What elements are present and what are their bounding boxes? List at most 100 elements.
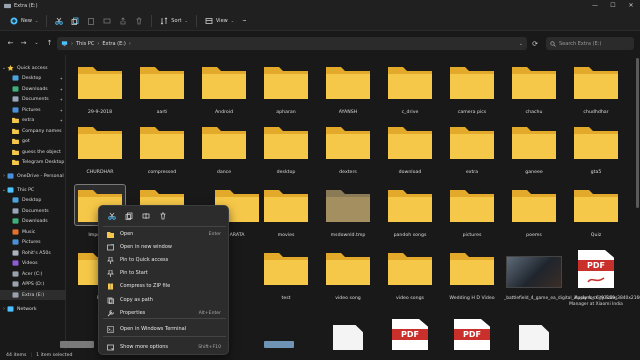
menu-item-open-in-windows-terminal[interactable]: Open in Windows Terminal [102, 323, 227, 335]
share-button[interactable] [115, 14, 131, 28]
view-label: View [215, 17, 228, 24]
cut-button[interactable] [103, 209, 120, 223]
menu-item-compress-to-zip-file[interactable]: Compress to ZIP file [102, 280, 227, 292]
sidebar-item-extra-e[interactable]: Extra (E:) [0, 290, 66, 300]
video-thumbnail-strip [60, 341, 94, 348]
file-name-label: dance [216, 170, 232, 175]
delete-button[interactable] [131, 14, 147, 28]
paste-button[interactable] [83, 14, 99, 28]
more-options-icon [105, 343, 115, 351]
sidebar-item-desktop[interactable]: Desktop [0, 195, 66, 205]
menu-item-label: Properties [120, 310, 146, 316]
sidebar-item-pictures[interactable]: Pictures [0, 237, 66, 247]
see-more-button[interactable]: ··· [238, 14, 250, 28]
menu-item-open[interactable]: Open Enter [102, 228, 227, 240]
address-dropdown-icon[interactable]: ⌄ [519, 41, 523, 47]
sort-button[interactable]: Sort ⌄ [156, 14, 192, 28]
search-icon [550, 40, 556, 47]
sidebar-item-acer-c[interactable]: Acer (C:) [0, 269, 66, 279]
minimize-button[interactable]: — [586, 0, 604, 11]
up-arrow-icon[interactable]: ↑ [43, 37, 56, 50]
close-button[interactable]: ✕ [622, 0, 640, 11]
menu-item-pin-to-quick-access[interactable]: Pin to Quick access [102, 254, 227, 266]
recent-chevron-icon[interactable]: ⌄ [30, 37, 43, 50]
sidebar-item-got[interactable]: got [0, 136, 66, 146]
copy-button[interactable] [120, 209, 137, 223]
sort-label: Sort [171, 17, 182, 24]
sidebar-item-music[interactable]: Music [0, 227, 66, 237]
menu-item-label: Pin to Start [120, 270, 148, 276]
wrench-icon [105, 309, 115, 317]
sidebar-item-company-names[interactable]: Company names [0, 126, 66, 136]
copy-button[interactable] [67, 14, 83, 28]
folder-icon [450, 67, 494, 99]
folder-icon [326, 190, 370, 222]
sidebar-item-onedrive-personal[interactable]: › OneDrive - Personal [0, 171, 66, 181]
folder-icon [12, 149, 19, 155]
folder-icon [12, 159, 19, 165]
sidebar-item-label: Rohit's A50s [22, 250, 51, 256]
file-name-label: camera pics [457, 110, 487, 115]
maximize-button[interactable]: ☐ [604, 0, 622, 11]
folder-icon [574, 127, 618, 159]
refresh-icon[interactable]: ⟳ [530, 37, 540, 50]
pin-icon: ✦ [59, 117, 63, 123]
folder-icon [264, 253, 308, 285]
sidebar-item-network[interactable]: › Network [0, 304, 66, 314]
sidebar-item-downloads[interactable]: Downloads ✦ [0, 84, 66, 94]
file-name-label: test [281, 296, 291, 301]
sidebar-item-label: extra [22, 117, 35, 123]
sidebar-item-downloads[interactable]: Downloads [0, 216, 66, 226]
search-box[interactable]: Search Extra (E:) [546, 37, 634, 50]
image-thumbnail [506, 256, 562, 288]
sidebar-item-telegram-desktop[interactable]: Telegram Desktop [0, 157, 66, 167]
drive-icon [12, 271, 19, 277]
file-name-label: Apply for City Sales Manager at Xiaomi I… [569, 296, 623, 307]
sidebar-item-pictures[interactable]: Pictures ✦ [0, 105, 66, 115]
sidebar-item-documents[interactable]: Documents ✦ [0, 94, 66, 104]
breadcrumb-this-pc[interactable]: This PC [76, 41, 94, 47]
sidebar-item-extra[interactable]: extra ✦ [0, 115, 66, 125]
view-button[interactable]: View ⌄ [201, 14, 238, 28]
breadcrumb-extra-drive[interactable]: Extra (E:) [102, 41, 126, 47]
sidebar-item-apps-d[interactable]: APPS (D:) [0, 279, 66, 289]
new-button[interactable]: New ⌄ [6, 14, 42, 28]
pdf-badge: PDF [392, 329, 428, 340]
pin-start-icon [105, 269, 115, 277]
sidebar-item-desktop[interactable]: Desktop ✦ [0, 73, 66, 83]
menu-item-open-in-new-window[interactable]: Open in new window [102, 241, 227, 253]
back-arrow-icon[interactable]: ← [4, 37, 17, 50]
folder-icon [202, 67, 246, 99]
folder-icon [388, 253, 432, 285]
scrollbar-thumb[interactable] [636, 58, 639, 208]
sidebar-item-rohit-s-a50s[interactable]: Rohit's A50s [0, 248, 66, 258]
menu-item-pin-to-start[interactable]: Pin to Start [102, 267, 227, 279]
folder-icon [326, 127, 370, 159]
sidebar-item-label: Pictures [22, 107, 41, 113]
menu-item-show-more-options[interactable]: Show more options Shift+F10 [102, 341, 227, 353]
forward-arrow-icon[interactable]: → [17, 37, 30, 50]
file-name-label: apharan [276, 110, 296, 115]
rename-button[interactable] [99, 14, 115, 28]
rename-button[interactable] [137, 209, 154, 223]
pin-icon: ✦ [59, 107, 63, 113]
menu-item-copy-as-path[interactable]: Copy as path [102, 294, 227, 306]
sidebar-item-videos[interactable]: Videos [0, 258, 66, 268]
sidebar-item-label: Extra (E:) [22, 292, 45, 298]
cut-button[interactable] [51, 14, 67, 28]
view-icon [205, 17, 213, 24]
status-bar: 44 items | 1 item selected [0, 350, 640, 360]
tab-title[interactable]: Extra (E:) [14, 3, 38, 9]
terminal-icon [105, 325, 115, 333]
delete-button[interactable] [154, 209, 171, 223]
pictures-icon [12, 239, 19, 245]
folder-icon [78, 67, 122, 99]
vertical-scrollbar[interactable] [636, 58, 639, 344]
sidebar-item-documents[interactable]: Documents [0, 206, 66, 216]
address-field[interactable]: › This PC › Extra (E:) › ⌄ [57, 37, 527, 50]
folder-icon [512, 190, 556, 222]
sidebar-item-this-pc[interactable]: ⌄ This PC [0, 185, 66, 195]
sidebar-item-guess-the-object[interactable]: guess the object [0, 147, 66, 157]
folder-icon [264, 67, 308, 99]
sidebar-item-quick-access[interactable]: ⌄ Quick access [0, 63, 66, 73]
